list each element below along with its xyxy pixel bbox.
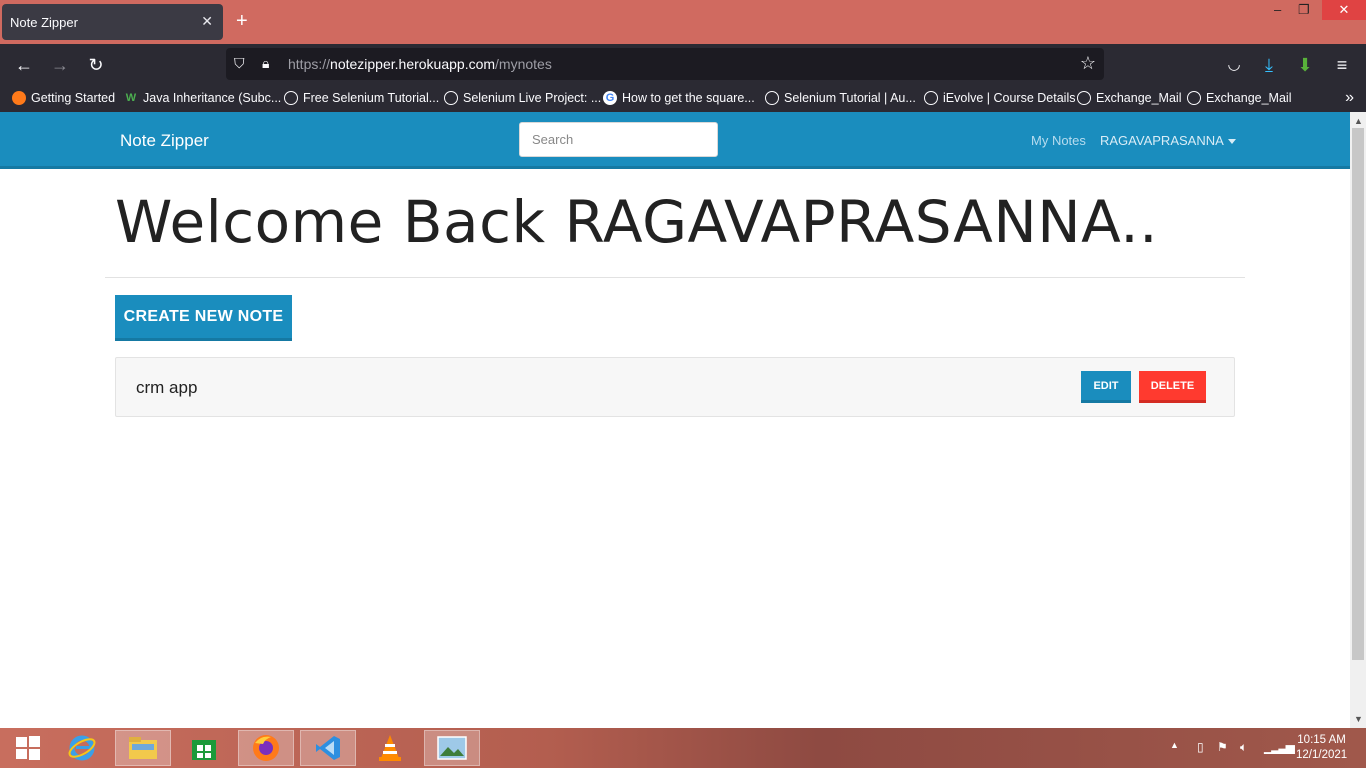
battery-icon[interactable]: ▯ bbox=[1197, 740, 1204, 754]
bookmark-java-inheritance[interactable]: W Java Inheritance (Subc... bbox=[124, 91, 281, 105]
bookmark-exchange-mail-2[interactable]: Exchange_Mail bbox=[1187, 91, 1291, 105]
create-new-note-button[interactable]: CREATE NEW NOTE bbox=[115, 295, 292, 341]
minimize-button[interactable]: – bbox=[1274, 2, 1281, 17]
bookmark-label: Selenium Tutorial | Au... bbox=[784, 91, 916, 105]
vlc-icon bbox=[379, 735, 401, 761]
bookmark-getting-started[interactable]: Getting Started bbox=[12, 91, 115, 105]
page-content: Note Zipper My Notes RAGAVAPRASANNA Welc… bbox=[0, 112, 1350, 728]
bookmarks-bar: Getting Started W Java Inheritance (Subc… bbox=[0, 86, 1366, 112]
url-text[interactable]: https://notezipper.herokuapp.com/mynotes bbox=[288, 56, 552, 72]
bookmark-selenium-live[interactable]: Selenium Live Project: ... bbox=[444, 91, 601, 105]
bookmark-label: How to get the square... bbox=[622, 91, 755, 105]
brand-link[interactable]: Note Zipper bbox=[120, 131, 209, 151]
bookmark-ievolve[interactable]: iEvolve | Course Details bbox=[924, 91, 1075, 105]
note-card[interactable]: crm app EDIT DELETE bbox=[115, 357, 1235, 417]
bookmark-label: Exchange_Mail bbox=[1096, 91, 1182, 105]
system-clock[interactable]: 10:15 AM 12/1/2021 bbox=[1296, 733, 1347, 763]
back-arrow-icon[interactable]: ← bbox=[12, 54, 36, 76]
extension-download-icon[interactable]: ⬇ bbox=[1293, 54, 1317, 76]
globe-icon bbox=[1077, 91, 1091, 105]
photos-icon bbox=[437, 736, 467, 760]
firefox-icon bbox=[253, 735, 279, 761]
taskbar-store[interactable] bbox=[176, 730, 232, 766]
caret-down-icon bbox=[1227, 139, 1236, 145]
close-window-button[interactable]: ✕ bbox=[1322, 0, 1366, 20]
bookmark-star-icon[interactable]: ☆ bbox=[1080, 53, 1096, 74]
url-scheme: https:// bbox=[288, 56, 331, 72]
pocket-icon[interactable]: ◡ bbox=[1222, 54, 1246, 76]
browser-tab[interactable]: Note Zipper ✕ bbox=[2, 4, 223, 40]
bookmark-free-selenium[interactable]: Free Selenium Tutorial... bbox=[284, 91, 439, 105]
scrollbar-thumb[interactable] bbox=[1352, 128, 1364, 660]
signal-icon[interactable]: ▁▂▃▅ bbox=[1264, 740, 1295, 754]
taskbar-photos[interactable] bbox=[424, 730, 480, 766]
bookmark-label: Free Selenium Tutorial... bbox=[303, 91, 440, 105]
url-path: /mynotes bbox=[495, 56, 552, 72]
network-error-icon[interactable]: ⚑ bbox=[1217, 740, 1228, 754]
vertical-scrollbar[interactable]: ▲ ▼ bbox=[1350, 112, 1366, 728]
taskbar-vscode[interactable] bbox=[300, 730, 356, 766]
globe-icon bbox=[1187, 91, 1201, 105]
globe-icon bbox=[444, 91, 458, 105]
clock-time: 10:15 AM bbox=[1297, 734, 1346, 746]
scroll-up-icon[interactable]: ▲ bbox=[1354, 116, 1363, 126]
scroll-down-icon[interactable]: ▼ bbox=[1354, 714, 1363, 724]
menu-icon[interactable]: ≡ bbox=[1330, 54, 1354, 76]
bookmark-label: Selenium Live Project: ... bbox=[463, 91, 602, 105]
google-icon: G bbox=[603, 91, 617, 105]
globe-icon bbox=[924, 91, 938, 105]
note-title[interactable]: crm app bbox=[136, 378, 197, 398]
shield-icon[interactable]: ⛉ bbox=[234, 55, 245, 72]
volume-icon[interactable]: 🔈︎ bbox=[1240, 740, 1247, 755]
bookmark-label: iEvolve | Course Details bbox=[943, 91, 1076, 105]
url-bar[interactable]: ⛉ 🔒︎ https://notezipper.herokuapp.com/my… bbox=[226, 48, 1104, 80]
taskbar-internet-explorer[interactable] bbox=[54, 730, 110, 766]
app-navbar: Note Zipper My Notes RAGAVAPRASANNA bbox=[0, 112, 1350, 169]
bookmark-label: Exchange_Mail bbox=[1206, 91, 1292, 105]
windows-taskbar: ▲ ▯ ⚑ 🔈︎ ▁▂▃▅ 10:15 AM 12/1/2021 bbox=[0, 728, 1366, 768]
bookmark-label: Getting Started bbox=[31, 91, 116, 105]
url-host: notezipper.herokuapp.com bbox=[330, 56, 496, 72]
lock-icon[interactable]: 🔒︎ bbox=[262, 55, 269, 72]
firefox-icon bbox=[12, 91, 26, 105]
folder-icon bbox=[129, 737, 157, 759]
downloads-icon[interactable]: ⤓ bbox=[1257, 54, 1281, 76]
vscode-icon bbox=[316, 736, 340, 760]
w-icon: W bbox=[125, 92, 137, 104]
internet-explorer-icon bbox=[68, 735, 96, 761]
tab-close-icon[interactable]: ✕ bbox=[201, 13, 213, 30]
new-tab-button[interactable]: + bbox=[236, 10, 248, 32]
windows-logo-icon bbox=[16, 736, 40, 760]
reload-icon[interactable]: ↻ bbox=[84, 54, 108, 76]
page-title: Welcome Back RAGAVAPRASANNA.. bbox=[115, 188, 1159, 256]
taskbar-file-explorer[interactable] bbox=[115, 730, 171, 766]
taskbar-vlc[interactable] bbox=[362, 730, 418, 766]
forward-arrow-icon[interactable]: → bbox=[48, 54, 72, 76]
store-icon bbox=[192, 740, 216, 760]
user-dropdown[interactable]: RAGAVAPRASANNA bbox=[1100, 133, 1236, 148]
globe-icon bbox=[284, 91, 298, 105]
tray-chevron-icon[interactable]: ▲ bbox=[1170, 740, 1179, 750]
clock-date: 12/1/2021 bbox=[1296, 749, 1348, 761]
bookmark-how-to-square[interactable]: G How to get the square... bbox=[603, 91, 755, 105]
edit-button[interactable]: EDIT bbox=[1081, 371, 1131, 403]
divider bbox=[105, 277, 1245, 278]
delete-button[interactable]: DELETE bbox=[1139, 371, 1206, 403]
maximize-button[interactable]: ❐ bbox=[1298, 2, 1310, 18]
nav-my-notes[interactable]: My Notes bbox=[1031, 133, 1086, 148]
start-button[interactable] bbox=[0, 730, 56, 766]
search-input[interactable] bbox=[519, 122, 718, 157]
bookmark-selenium-tutorial[interactable]: Selenium Tutorial | Au... bbox=[765, 91, 916, 105]
tab-title: Note Zipper bbox=[10, 15, 78, 30]
more-bookmarks-chevron-icon[interactable]: » bbox=[1345, 89, 1354, 107]
taskbar-firefox[interactable] bbox=[238, 730, 294, 766]
bookmark-exchange-mail-1[interactable]: Exchange_Mail bbox=[1077, 91, 1181, 105]
bookmark-label: Java Inheritance (Subc... bbox=[143, 91, 282, 105]
browser-titlebar: Note Zipper ✕ + – ❐ ✕ bbox=[0, 0, 1366, 44]
globe-icon bbox=[765, 91, 779, 105]
browser-toolbar: ← → ↻ ⛉ 🔒︎ https://notezipper.herokuapp.… bbox=[0, 44, 1366, 86]
user-name: RAGAVAPRASANNA bbox=[1100, 133, 1224, 148]
